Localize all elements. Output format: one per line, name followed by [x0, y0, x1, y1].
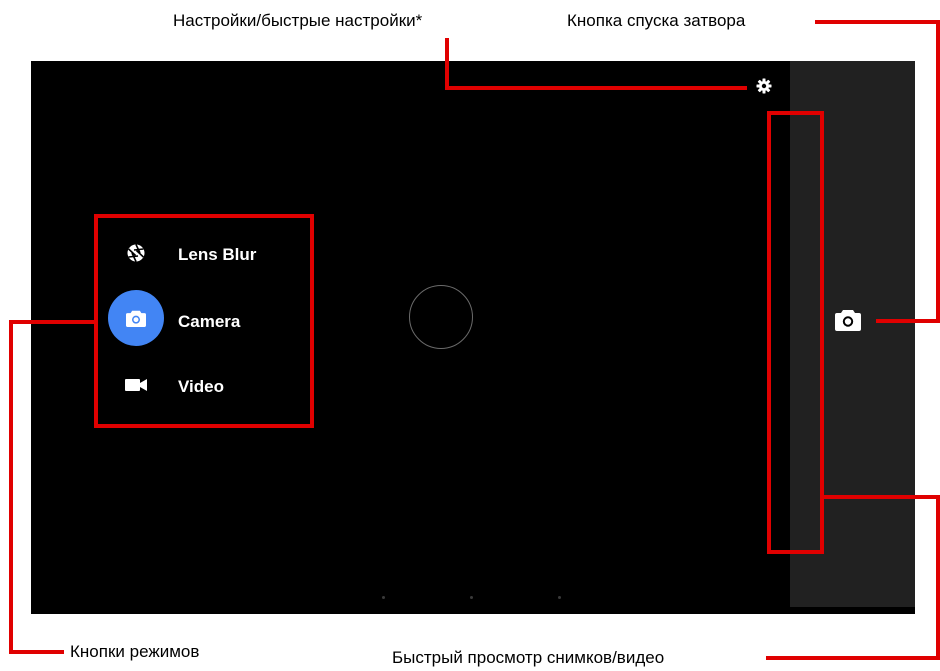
- modes-annotation-box: [94, 214, 314, 428]
- preview-annotation-box: [767, 111, 824, 554]
- page-indicator-dot: [382, 596, 385, 599]
- page-indicator-dot: [558, 596, 561, 599]
- preview-leader-line: [822, 495, 940, 499]
- modes-leader-line: [9, 320, 13, 654]
- settings-callout-label: Настройки/быстрые настройки*: [173, 11, 423, 30]
- camera-icon: [835, 310, 861, 331]
- modes-leader-line: [9, 650, 64, 654]
- preview-leader-line: [936, 495, 940, 660]
- settings-leader-line: [445, 86, 747, 90]
- modes-callout-label: Кнопки режимов: [70, 642, 200, 661]
- preview-callout-label: Быстрый просмотр снимков/видео: [392, 648, 665, 667]
- shutter-leader-line: [815, 20, 940, 24]
- shutter-leader-line: [936, 20, 940, 323]
- gear-icon[interactable]: [756, 78, 772, 94]
- page-indicator-dot: [470, 596, 473, 599]
- focus-indicator: [409, 285, 473, 349]
- shutter-button[interactable]: [835, 307, 861, 333]
- shutter-callout-label: Кнопка спуска затвора: [567, 11, 746, 30]
- modes-leader-line: [9, 320, 96, 324]
- shutter-leader-line: [876, 319, 940, 323]
- preview-leader-line: [766, 656, 940, 660]
- settings-leader-line: [445, 38, 449, 90]
